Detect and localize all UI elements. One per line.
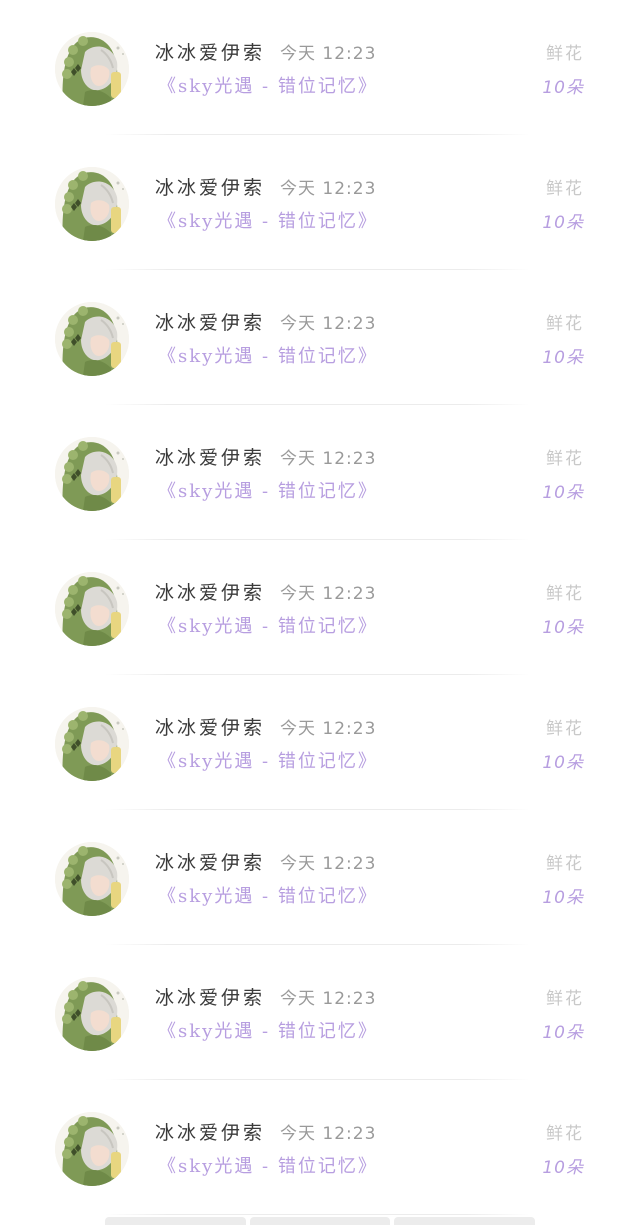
gift-record-item[interactable]: 冰冰爱伊索 今天 12:23 《sky光遇 - 错位记忆》 鲜花 10朵 [0,135,640,270]
username[interactable]: 冰冰爱伊索 [155,443,265,470]
avatar-chibi-icon [55,707,129,781]
username[interactable]: 冰冰爱伊索 [155,578,265,605]
record-title[interactable]: 《sky光遇 - 错位记忆》 [158,747,378,773]
record-title[interactable]: 《sky光遇 - 错位记忆》 [158,207,378,233]
gift-type: 鲜花 [546,1124,584,1144]
record-title[interactable]: 《sky光遇 - 错位记忆》 [158,1017,378,1043]
username[interactable]: 冰冰爱伊索 [155,38,265,65]
gift-count: 10朵 [542,348,584,368]
gift-record-item[interactable]: 冰冰爱伊索 今天 12:23 《sky光遇 - 错位记忆》 鲜花 10朵 [0,1080,640,1215]
bottom-tab-segment[interactable] [394,1217,536,1225]
avatar-chibi-icon [55,32,129,106]
timestamp: 今天 12:23 [280,44,377,64]
bottom-tab-segment[interactable] [105,1217,246,1225]
gift-count: 10朵 [542,78,584,98]
username[interactable]: 冰冰爱伊索 [155,308,265,335]
timestamp: 今天 12:23 [280,1124,377,1144]
avatar[interactable] [55,572,129,646]
gift-count: 10朵 [542,213,584,233]
avatar-chibi-icon [55,302,129,376]
avatar[interactable] [55,842,129,916]
avatar[interactable] [55,1112,129,1186]
avatar-chibi-icon [55,1112,129,1186]
gift-count: 10朵 [542,1023,584,1043]
bottom-tab-segment[interactable] [249,1217,391,1225]
avatar[interactable] [55,302,129,376]
username[interactable]: 冰冰爱伊索 [155,1118,265,1145]
gift-type: 鲜花 [546,989,584,1009]
avatar-chibi-icon [55,572,129,646]
gift-count: 10朵 [542,888,584,908]
gift-type: 鲜花 [546,584,584,604]
gift-record-item[interactable]: 冰冰爱伊索 今天 12:23 《sky光遇 - 错位记忆》 鲜花 10朵 [0,540,640,675]
bottom-tab-bar-edge [105,1217,536,1225]
record-title[interactable]: 《sky光遇 - 错位记忆》 [158,882,378,908]
timestamp: 今天 12:23 [280,719,377,739]
avatar[interactable] [55,977,129,1051]
record-title[interactable]: 《sky光遇 - 错位记忆》 [158,72,378,98]
timestamp: 今天 12:23 [280,314,377,334]
username[interactable]: 冰冰爱伊索 [155,848,265,875]
gift-type: 鲜花 [546,179,584,199]
timestamp: 今天 12:23 [280,989,377,1009]
avatar[interactable] [55,707,129,781]
avatar[interactable] [55,437,129,511]
gift-record-item[interactable]: 冰冰爱伊索 今天 12:23 《sky光遇 - 错位记忆》 鲜花 10朵 [0,270,640,405]
gift-type: 鲜花 [546,44,584,64]
gift-record-item[interactable]: 冰冰爱伊索 今天 12:23 《sky光遇 - 错位记忆》 鲜花 10朵 [0,675,640,810]
avatar-chibi-icon [55,842,129,916]
gift-record-item[interactable]: 冰冰爱伊索 今天 12:23 《sky光遇 - 错位记忆》 鲜花 10朵 [0,810,640,945]
gift-count: 10朵 [542,753,584,773]
avatar-chibi-icon [55,167,129,241]
timestamp: 今天 12:23 [280,449,377,469]
record-title[interactable]: 《sky光遇 - 错位记忆》 [158,477,378,503]
avatar-chibi-icon [55,977,129,1051]
gift-count: 10朵 [542,1158,584,1178]
timestamp: 今天 12:23 [280,584,377,604]
gift-record-item[interactable]: 冰冰爱伊索 今天 12:23 《sky光遇 - 错位记忆》 鲜花 10朵 [0,0,640,135]
gift-count: 10朵 [542,618,584,638]
timestamp: 今天 12:23 [280,179,377,199]
divider [105,1214,530,1215]
avatar[interactable] [55,32,129,106]
username[interactable]: 冰冰爱伊索 [155,983,265,1010]
gift-type: 鲜花 [546,449,584,469]
username[interactable]: 冰冰爱伊索 [155,173,265,200]
timestamp: 今天 12:23 [280,854,377,874]
avatar[interactable] [55,167,129,241]
gift-type: 鲜花 [546,314,584,334]
record-title[interactable]: 《sky光遇 - 错位记忆》 [158,342,378,368]
gift-record-list: 冰冰爱伊索 今天 12:23 《sky光遇 - 错位记忆》 鲜花 10朵 冰冰爱… [0,0,640,1215]
gift-type: 鲜花 [546,854,584,874]
record-title[interactable]: 《sky光遇 - 错位记忆》 [158,1152,378,1178]
gift-record-item[interactable]: 冰冰爱伊索 今天 12:23 《sky光遇 - 错位记忆》 鲜花 10朵 [0,405,640,540]
record-title[interactable]: 《sky光遇 - 错位记忆》 [158,612,378,638]
gift-type: 鲜花 [546,719,584,739]
username[interactable]: 冰冰爱伊索 [155,713,265,740]
avatar-chibi-icon [55,437,129,511]
gift-count: 10朵 [542,483,584,503]
gift-record-item[interactable]: 冰冰爱伊索 今天 12:23 《sky光遇 - 错位记忆》 鲜花 10朵 [0,945,640,1080]
